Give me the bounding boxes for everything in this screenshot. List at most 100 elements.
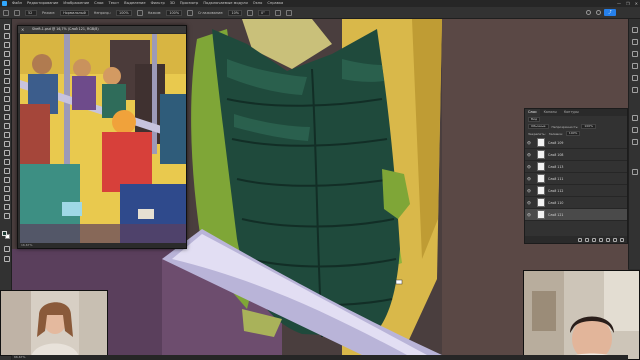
visibility-eye-icon[interactable]: 👁 xyxy=(525,177,533,181)
layer-row[interactable]: 👁 Слой 121 xyxy=(525,209,627,221)
eraser-tool-icon[interactable] xyxy=(3,122,10,129)
close-icon[interactable]: ✕ xyxy=(635,1,638,6)
menu-item-8[interactable]: Просмотр xyxy=(180,0,198,7)
brush-tool-preset-icon[interactable] xyxy=(14,9,20,16)
maximize-icon[interactable]: ❐ xyxy=(626,1,630,6)
visibility-eye-icon[interactable]: 👁 xyxy=(525,201,533,205)
smoothing-field[interactable]: 10% xyxy=(228,9,242,16)
mode-select[interactable]: Нормальный xyxy=(60,9,89,16)
tab-paths[interactable]: Контуры xyxy=(561,109,582,116)
menu-item-7[interactable]: 3D xyxy=(170,0,175,7)
visibility-eye-icon[interactable]: 👁 xyxy=(525,213,533,217)
zoom-tool-icon[interactable] xyxy=(3,203,10,210)
tab-channels[interactable]: Каналы xyxy=(541,109,560,116)
workspace-icon[interactable] xyxy=(596,10,601,15)
menu-item-1[interactable]: Редактирование xyxy=(27,0,58,7)
history-panel-icon[interactable] xyxy=(632,75,638,81)
adjustment-layer-icon[interactable] xyxy=(599,237,603,242)
dodge-tool-icon[interactable] xyxy=(3,149,10,156)
path-selection-tool-icon[interactable] xyxy=(3,176,10,183)
menu-item-11[interactable]: Справка xyxy=(267,0,283,7)
history-brush-tool-icon[interactable] xyxy=(3,113,10,120)
eyedropper-tool-icon[interactable] xyxy=(3,77,10,84)
trash-icon[interactable] xyxy=(620,237,624,242)
layer-opacity-field[interactable]: 100% xyxy=(581,124,596,129)
clone-stamp-tool-icon[interactable] xyxy=(3,104,10,111)
brushes-panel-icon[interactable] xyxy=(632,63,638,69)
brush-tool-icon[interactable] xyxy=(3,95,10,102)
layer-row[interactable]: 👁 Слой 112 xyxy=(525,185,627,197)
crop-tool-icon[interactable] xyxy=(3,59,10,66)
gear-icon[interactable] xyxy=(246,9,253,16)
quick-mask-icon[interactable] xyxy=(3,245,10,252)
menu-item-3[interactable]: Слои xyxy=(94,0,103,7)
libraries-panel-icon[interactable] xyxy=(632,169,638,175)
layer-row[interactable]: 👁 Слой 110 xyxy=(525,197,627,209)
home-icon[interactable] xyxy=(3,9,9,16)
hand-tool-icon[interactable] xyxy=(3,194,10,201)
adjustments-panel-icon[interactable] xyxy=(632,51,638,57)
healing-brush-tool-icon[interactable] xyxy=(3,86,10,93)
layers-panel-icon[interactable] xyxy=(632,115,638,121)
foreground-color-swatch[interactable] xyxy=(2,231,7,236)
share-button[interactable]: ⤴ xyxy=(604,9,616,16)
pressure-size-icon[interactable] xyxy=(274,9,281,16)
flow-field[interactable]: 100% xyxy=(166,9,183,16)
visibility-eye-icon[interactable]: 👁 xyxy=(525,165,533,169)
overview-window-title[interactable]: Sheft-1.psd @ 16,7% (Слой 121, RGB/8) xyxy=(18,26,186,33)
blur-tool-icon[interactable] xyxy=(3,140,10,147)
lock-row: Закрепить: Заливка: 100% xyxy=(525,130,627,137)
move-tool-icon[interactable] xyxy=(3,23,10,30)
type-tool-icon[interactable] xyxy=(3,167,10,174)
brush-size-field[interactable]: 52 xyxy=(25,9,37,16)
menu-item-2[interactable]: Изображение xyxy=(63,0,89,7)
minimize-icon[interactable]: — xyxy=(617,1,621,6)
color-panel-icon[interactable] xyxy=(632,27,638,33)
opacity-field[interactable]: 100% xyxy=(116,9,132,16)
frame-tool-icon[interactable] xyxy=(3,68,10,75)
paths-panel-icon[interactable] xyxy=(632,139,638,145)
properties-panel-icon[interactable] xyxy=(632,87,638,93)
search-icon[interactable] xyxy=(586,10,591,15)
blend-mode-select[interactable]: Обычные xyxy=(528,124,549,129)
layer-thumbnail xyxy=(537,162,545,171)
menu-item-6[interactable]: Фильтр xyxy=(151,0,165,7)
swatches-panel-icon[interactable] xyxy=(632,39,638,45)
angle-field[interactable]: 0° xyxy=(257,9,270,16)
gradient-tool-icon[interactable] xyxy=(3,131,10,138)
link-layers-icon[interactable] xyxy=(578,237,582,242)
layer-row[interactable]: 👁 Слой 111 xyxy=(525,173,627,185)
tab-layers[interactable]: Слои xyxy=(525,109,540,116)
quick-select-tool-icon[interactable] xyxy=(3,50,10,57)
menu-item-4[interactable]: Текст xyxy=(109,0,120,7)
menu-item-5[interactable]: Выделение xyxy=(124,0,145,7)
visibility-eye-icon[interactable]: 👁 xyxy=(525,141,533,145)
menu-item-9[interactable]: Подключаемые модули xyxy=(203,0,247,7)
pressure-opacity-icon[interactable] xyxy=(136,9,143,16)
add-mask-icon[interactable] xyxy=(592,237,596,242)
menu-item-10[interactable]: Окно xyxy=(253,0,263,7)
color-swatches[interactable] xyxy=(2,231,10,239)
channels-panel-icon[interactable] xyxy=(632,127,638,133)
layer-row[interactable]: 👁 Слой 109 xyxy=(525,137,627,149)
more-tools-icon[interactable] xyxy=(3,212,10,219)
visibility-eye-icon[interactable]: 👁 xyxy=(525,153,533,157)
rectangle-tool-icon[interactable] xyxy=(3,185,10,192)
close-icon[interactable]: × xyxy=(21,27,24,32)
overview-document-window[interactable]: Sheft-1.psd @ 16,7% (Слой 121, RGB/8) × xyxy=(17,25,187,249)
pen-tool-icon[interactable] xyxy=(3,158,10,165)
layer-row[interactable]: 👁 Слой 113 xyxy=(525,161,627,173)
lasso-tool-icon[interactable] xyxy=(3,41,10,48)
layer-kind-filter[interactable]: Вид xyxy=(528,117,541,122)
symmetry-icon[interactable] xyxy=(285,9,292,16)
menu-item-0[interactable]: Файл xyxy=(12,0,22,7)
new-group-icon[interactable] xyxy=(606,237,610,242)
layer-row[interactable]: 👁 Слой 108 xyxy=(525,149,627,161)
visibility-eye-icon[interactable]: 👁 xyxy=(525,189,533,193)
new-layer-icon[interactable] xyxy=(613,237,617,242)
fill-field[interactable]: 100% xyxy=(565,131,581,136)
screen-mode-icon[interactable] xyxy=(3,255,10,262)
airbrush-icon[interactable] xyxy=(187,9,194,16)
marquee-tool-icon[interactable] xyxy=(3,32,10,39)
layer-style-icon[interactable] xyxy=(585,237,589,242)
